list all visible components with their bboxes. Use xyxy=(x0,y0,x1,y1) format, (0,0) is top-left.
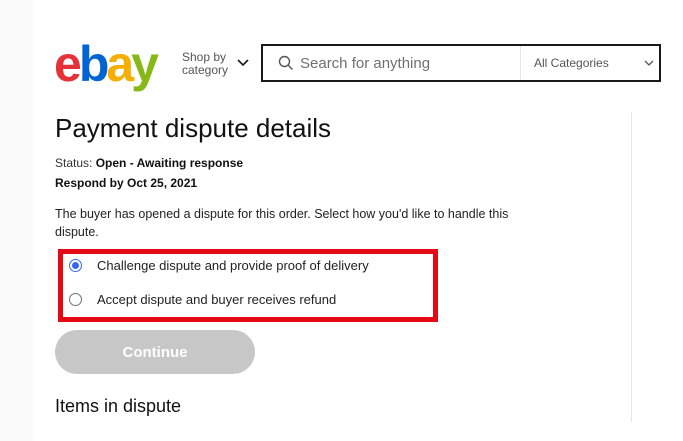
option-label: Challenge dispute and provide proof of d… xyxy=(97,258,369,273)
status-value: Open - Awaiting response xyxy=(95,156,244,170)
category-label: category xyxy=(182,63,229,77)
option-label: Accept dispute and buyer receives refund xyxy=(97,292,337,307)
left-margin xyxy=(0,0,34,441)
option-accept-dispute[interactable]: Accept dispute and buyer receives refund xyxy=(69,292,336,307)
items-in-dispute-heading: Items in dispute xyxy=(55,396,182,416)
category-separator xyxy=(520,46,521,80)
logo-letter-y: y xyxy=(131,36,159,92)
respond-by-date: Respond by Oct 25, 2021 xyxy=(55,176,198,190)
right-divider xyxy=(631,112,632,422)
radio-accept-dispute[interactable] xyxy=(69,293,82,306)
chevron-down-icon[interactable] xyxy=(237,58,249,68)
chevron-down-icon[interactable] xyxy=(644,59,654,67)
logo-letter-e: e xyxy=(54,36,82,92)
category-select[interactable]: All Categories xyxy=(534,56,644,70)
dispute-description: The buyer has opened a dispute for this … xyxy=(55,207,509,239)
search-bar: All Categories xyxy=(261,44,661,82)
logo-letter-a: a xyxy=(106,36,134,92)
radio-challenge-dispute[interactable] xyxy=(69,259,82,272)
page-title: Payment dispute details xyxy=(55,113,332,143)
dispute-status: Status: Open - Awaiting response xyxy=(55,156,243,170)
ebay-logo[interactable]: ebay xyxy=(54,36,159,92)
shop-by-category-button[interactable]: Shop by category xyxy=(182,51,228,77)
option-challenge-dispute[interactable]: Challenge dispute and provide proof of d… xyxy=(69,258,369,273)
status-label: Status: xyxy=(55,156,93,170)
continue-button[interactable]: Continue xyxy=(55,330,255,374)
search-input[interactable] xyxy=(300,48,510,78)
search-icon xyxy=(278,55,293,70)
logo-letter-b: b xyxy=(78,36,109,92)
